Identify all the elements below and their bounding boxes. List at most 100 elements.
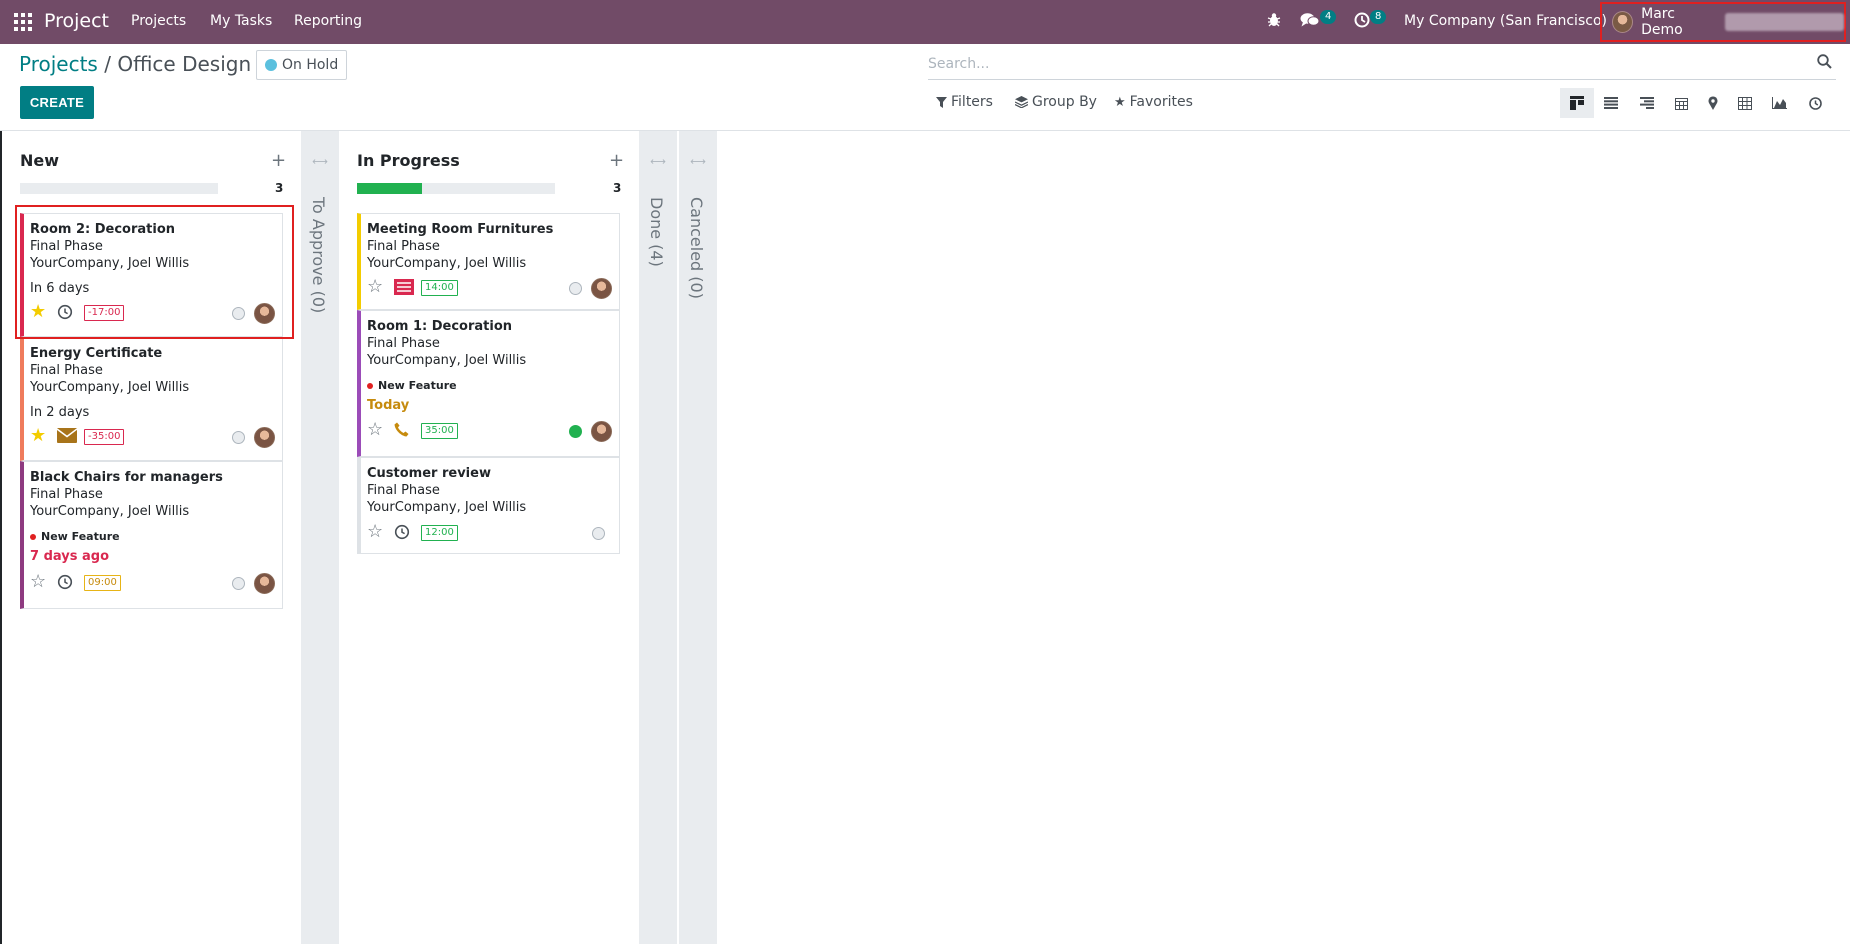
folded-column-label: To Approve (0) — [309, 197, 328, 314]
breadcrumb-projects[interactable]: Projects — [19, 52, 98, 76]
unfold-icon[interactable]: ⟷ — [679, 155, 717, 168]
activity-view-icon[interactable] — [1798, 88, 1832, 118]
status-dot-icon — [265, 59, 277, 71]
column-title-new[interactable]: New — [20, 151, 59, 170]
tag-label: New Feature — [41, 530, 120, 543]
activities-clock-icon[interactable] — [1354, 12, 1370, 32]
task-card[interactable]: Black Chairs for managers Final Phase Yo… — [20, 461, 283, 609]
task-assignees: YourCompany, Joel Willis — [30, 504, 190, 519]
messages-icon[interactable] — [1300, 12, 1320, 32]
envelope-icon[interactable] — [56, 428, 78, 447]
calendar-view-icon[interactable] — [1664, 88, 1698, 118]
left-edge — [0, 131, 2, 944]
gantt-view-icon[interactable] — [1630, 88, 1664, 118]
user-avatar — [1612, 11, 1634, 33]
breadcrumb-separator: / — [104, 52, 111, 76]
activities-badge: 8 — [1370, 10, 1387, 24]
filter-icon — [936, 96, 947, 108]
group-by-button[interactable]: Group By — [1015, 94, 1097, 110]
timesheet-badge: 12:00 — [421, 525, 458, 541]
task-phase: Final Phase — [30, 363, 103, 378]
menu-reporting[interactable]: Reporting — [294, 13, 362, 29]
task-card[interactable]: Meeting Room Furnitures Final Phase Your… — [357, 213, 620, 310]
task-deadline: In 2 days — [30, 405, 90, 420]
task-card[interactable]: Customer review Final Phase YourCompany,… — [357, 457, 620, 554]
kanban-state-circle[interactable] — [569, 282, 582, 295]
clock-icon[interactable] — [57, 574, 73, 594]
unfold-icon[interactable]: ⟷ — [301, 155, 339, 168]
menu-my-tasks[interactable]: My Tasks — [210, 13, 272, 29]
search-input[interactable] — [928, 50, 1808, 78]
column-title-in-progress[interactable]: In Progress — [357, 151, 460, 170]
task-title: Energy Certificate — [30, 346, 163, 361]
column-add-icon[interactable]: + — [609, 150, 624, 171]
folded-column-label: Done (4) — [647, 197, 666, 267]
priority-star-outline-icon[interactable]: ☆ — [367, 278, 383, 296]
favorites-button[interactable]: ★ Favorites — [1114, 94, 1193, 110]
task-tag: New Feature — [30, 530, 120, 543]
task-deadline: 7 days ago — [30, 549, 109, 564]
debug-bug-icon[interactable] — [1266, 12, 1282, 32]
group-by-label: Group By — [1032, 94, 1097, 110]
column-progress-new[interactable] — [20, 183, 218, 194]
favorites-label: Favorites — [1129, 94, 1193, 110]
unfold-icon[interactable]: ⟷ — [639, 155, 677, 168]
kanban-state-circle[interactable] — [592, 527, 605, 540]
search-icon[interactable] — [1817, 54, 1832, 73]
company-switcher[interactable]: My Company (San Francisco) — [1404, 13, 1607, 29]
kanban-view-icon[interactable] — [1560, 88, 1594, 118]
tag-label: New Feature — [378, 379, 457, 392]
status-label: On Hold — [282, 57, 339, 73]
priority-star-outline-icon[interactable]: ☆ — [30, 573, 46, 591]
timesheet-badge: -35:00 — [84, 429, 125, 445]
phone-icon[interactable] — [394, 422, 409, 441]
project-status-button[interactable]: On Hold — [256, 50, 348, 80]
pivot-view-icon[interactable] — [1728, 88, 1762, 118]
filters-button[interactable]: Filters — [936, 94, 993, 110]
assignee-avatar[interactable] — [254, 427, 275, 448]
task-phase: Final Phase — [30, 487, 103, 502]
kanban-state-circle[interactable] — [232, 577, 245, 590]
priority-star-outline-icon[interactable]: ☆ — [367, 523, 383, 541]
apps-menu-icon[interactable] — [14, 13, 32, 31]
timesheet-badge: 35:00 — [421, 423, 458, 439]
priority-star-outline-icon[interactable]: ☆ — [367, 421, 383, 439]
list-view-icon[interactable] — [1594, 88, 1628, 118]
clock-icon[interactable] — [394, 524, 410, 544]
kanban-state-green-circle[interactable] — [569, 425, 582, 438]
column-count-in-progress: 3 — [613, 181, 622, 195]
user-menu[interactable]: Marc Demo — [1600, 2, 1846, 42]
task-assignees: YourCompany, Joel Willis — [367, 353, 527, 368]
column-add-icon[interactable]: + — [271, 150, 286, 171]
task-assignees: YourCompany, Joel Willis — [30, 380, 190, 395]
menu-projects[interactable]: Projects — [131, 13, 186, 29]
column-count-new: 3 — [275, 181, 284, 195]
task-phase: Final Phase — [367, 336, 440, 351]
assignee-avatar[interactable] — [591, 421, 612, 442]
task-phase: Final Phase — [367, 483, 440, 498]
folded-column-to-approve[interactable]: ⟷ To Approve (0) — [301, 131, 339, 944]
folded-column-canceled[interactable]: ⟷ Canceled (0) — [679, 131, 717, 944]
assignee-avatar[interactable] — [591, 278, 612, 299]
invoice-icon[interactable] — [394, 279, 414, 299]
task-title: Customer review — [367, 466, 491, 481]
kanban-board: New + 3 Room 2: Decoration Final Phase Y… — [0, 131, 1850, 944]
task-card[interactable]: Room 1: Decoration Final Phase YourCompa… — [357, 310, 620, 457]
graph-view-icon[interactable] — [1762, 88, 1796, 118]
timesheet-badge: 14:00 — [421, 280, 458, 296]
kanban-state-circle[interactable] — [232, 431, 245, 444]
map-view-icon[interactable] — [1696, 88, 1730, 118]
folded-column-done[interactable]: ⟷ Done (4) — [639, 131, 677, 944]
assignee-avatar[interactable] — [254, 573, 275, 594]
task-assignees: YourCompany, Joel Willis — [367, 500, 527, 515]
create-button[interactable]: CREATE — [20, 86, 94, 119]
breadcrumb: Projects / Office Design — [19, 52, 251, 76]
filters-label: Filters — [951, 94, 993, 110]
task-card[interactable]: Energy Certificate Final Phase YourCompa… — [20, 337, 283, 461]
task-title: Room 1: Decoration — [367, 319, 512, 334]
folded-column-label: Canceled (0) — [687, 197, 706, 299]
task-assignees: YourCompany, Joel Willis — [367, 256, 527, 271]
app-brand[interactable]: Project — [44, 10, 109, 32]
priority-star-icon[interactable]: ★ — [30, 427, 46, 445]
column-progress-in-progress[interactable] — [357, 183, 555, 194]
